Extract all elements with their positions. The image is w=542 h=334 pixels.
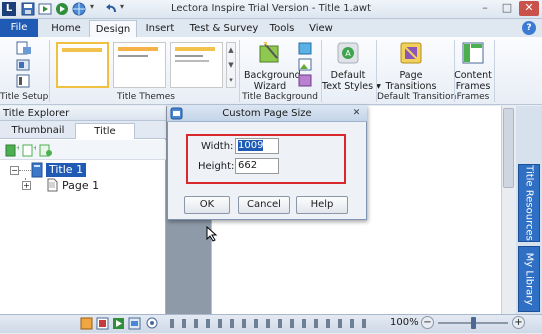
close-button[interactable]: ✕: [519, 1, 539, 16]
tab-my-library[interactable]: My Library: [518, 246, 540, 312]
ribbon-separator: [494, 40, 495, 102]
highlight-annotation: [186, 134, 346, 184]
background-wizard-label: Background Wizard: [244, 70, 301, 92]
tab-tools[interactable]: Tools: [264, 20, 300, 37]
tab-file[interactable]: File: [0, 19, 38, 37]
background-color-icon[interactable]: [298, 42, 312, 55]
theme-thumbnail-2[interactable]: [113, 42, 166, 88]
preview-mode-icon[interactable]: [96, 317, 109, 330]
tab-design[interactable]: Design: [89, 20, 137, 37]
page-icon: [47, 178, 58, 192]
group-label-frames: Frames: [456, 92, 490, 102]
zoom-out-button[interactable]: −: [421, 316, 434, 329]
layout-icon[interactable]: [16, 58, 32, 72]
group-label-title-setup: Title Setup: [0, 92, 49, 102]
page-size-icon[interactable]: [16, 41, 32, 55]
svg-text:A: A: [345, 49, 351, 58]
tree-expand-toggle[interactable]: +: [22, 181, 31, 190]
tab-insert[interactable]: Insert: [140, 20, 180, 37]
minimize-button[interactable]: –: [475, 1, 495, 16]
add-page-icon[interactable]: [39, 143, 53, 157]
ok-button[interactable]: OK: [184, 196, 230, 214]
help-button[interactable]: Help: [296, 196, 348, 214]
background-sound-icon[interactable]: [298, 74, 312, 87]
add-chapter-icon[interactable]: +: [5, 143, 22, 157]
svg-text:+: +: [16, 144, 19, 152]
properties-icon[interactable]: [16, 74, 32, 88]
page-transitions-icon[interactable]: [400, 42, 422, 64]
content-frames-icon[interactable]: [462, 42, 484, 64]
zoom-slider-thumb[interactable]: [471, 317, 476, 329]
dialog-title: Custom Page Size: [222, 108, 312, 119]
dialog-close-button[interactable]: ✕: [350, 107, 363, 119]
group-label-title-themes: Title Themes: [117, 92, 175, 102]
tab-home[interactable]: Home: [46, 20, 86, 37]
group-label-title-background: Title Background: [242, 92, 318, 102]
mouse-cursor-icon: [206, 225, 218, 242]
zoom-level: 100%: [390, 317, 419, 328]
tab-title-resources[interactable]: Title Resources: [518, 164, 540, 242]
tree-item-page[interactable]: Page 1: [62, 179, 99, 192]
default-text-styles-icon[interactable]: A: [337, 42, 359, 64]
tab-view[interactable]: View: [306, 20, 336, 37]
run-mode-icon[interactable]: [112, 317, 125, 330]
tab-test-survey[interactable]: Test & Survey: [186, 20, 262, 37]
debug-icon[interactable]: [128, 317, 141, 330]
tab-title-explorer[interactable]: Title Explorer: [75, 123, 135, 152]
theme-thumbnail-3[interactable]: [170, 42, 223, 88]
background-image-icon[interactable]: [298, 58, 312, 71]
cancel-button[interactable]: Cancel: [238, 196, 290, 214]
background-wizard-icon[interactable]: [257, 40, 283, 66]
title-book-icon: [31, 162, 43, 178]
tree-item-title[interactable]: Title 1: [46, 163, 87, 177]
content-frames-label: Content Frames: [454, 70, 492, 92]
group-label-default-transition: Default Transition: [377, 92, 457, 102]
themes-scroll[interactable]: ▲ ▼ ▾: [226, 42, 236, 88]
scrollbar-thumb[interactable]: [503, 108, 514, 188]
status-tool-icons: [170, 316, 370, 331]
tree-connector: [19, 170, 31, 171]
window-title: Lectora Inspire Trial Version - Title 1.…: [170, 3, 372, 14]
page-transitions-label: Page Transitions: [385, 70, 437, 92]
zoom-in-button[interactable]: +: [512, 316, 525, 329]
tab-thumbnail-view[interactable]: Thumbnail View: [2, 123, 74, 151]
default-text-styles-label: Default Text Styles ▾: [322, 70, 381, 92]
edit-mode-icon[interactable]: [80, 317, 93, 330]
tree-collapse-toggle[interactable]: −: [10, 166, 19, 175]
svg-text:+: +: [33, 144, 36, 152]
help-icon[interactable]: ?: [522, 21, 536, 35]
ribbon-separator: [49, 40, 50, 102]
panel-title: Title Explorer: [3, 108, 70, 119]
layout-options-icon[interactable]: [146, 317, 159, 330]
add-section-icon[interactable]: +: [22, 143, 39, 157]
maximize-button[interactable]: □: [497, 1, 517, 16]
theme-thumbnail-1[interactable]: [56, 42, 109, 88]
